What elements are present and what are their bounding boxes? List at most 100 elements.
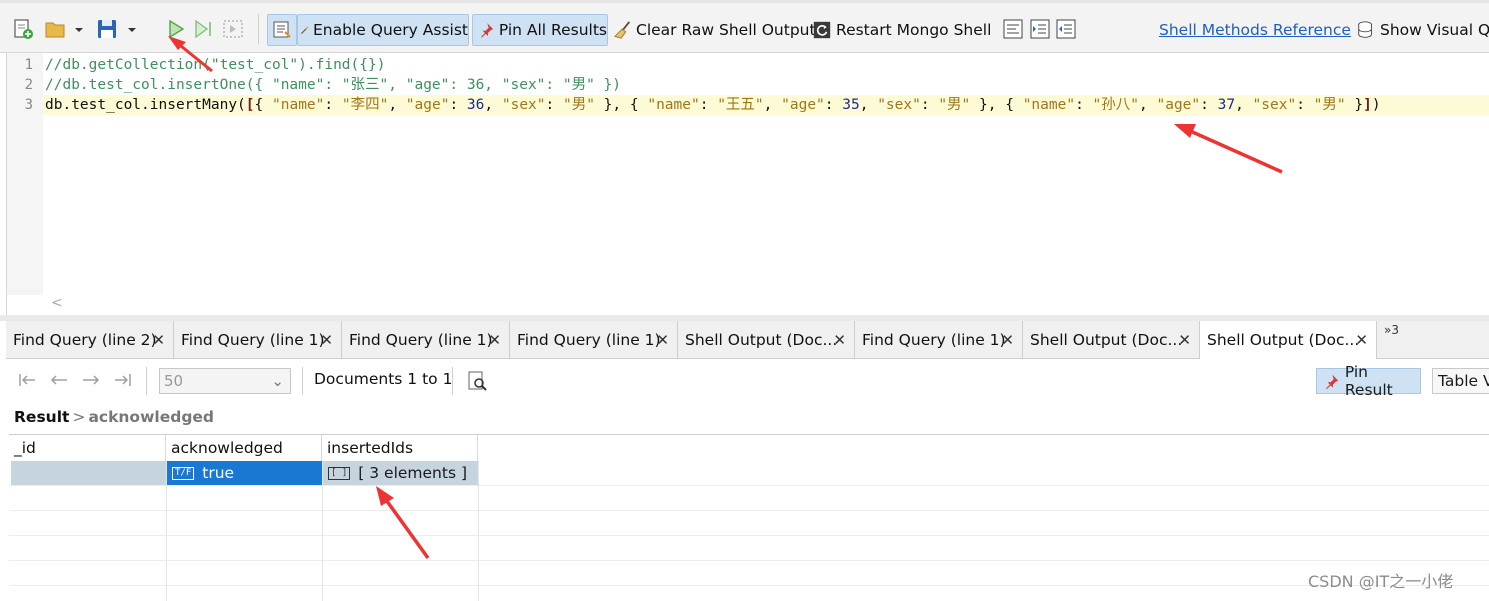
- tab-find-query-line-1[interactable]: Find Query (line 1) ✕: [342, 321, 510, 359]
- code-token-number: 36: [466, 97, 485, 113]
- column-divider: [166, 461, 167, 601]
- code-token-string: "name": [647, 97, 700, 113]
- new-script-icon[interactable]: [12, 18, 34, 40]
- tab-close-icon[interactable]: ✕: [320, 331, 333, 349]
- nav-separator: [452, 367, 453, 395]
- code-area[interactable]: //db.getCollection("test_col").find({}) …: [43, 53, 1489, 295]
- cell-insertedids-value: [ 3 elements ]: [358, 464, 467, 482]
- code-token: :: [449, 97, 467, 113]
- shell-editor[interactable]: 1 2 3 //db.getCollection("test_col").fin…: [6, 53, 1489, 315]
- indent-icon[interactable]: [1029, 18, 1051, 40]
- clear-raw-shell-output-button[interactable]: Clear Raw Shell Output: [613, 14, 816, 46]
- table-row-empty: [9, 561, 1489, 586]
- enable-query-assist-button[interactable]: Enable Query Assist: [297, 14, 469, 46]
- code-token: db.test_col.insertMany(: [45, 97, 246, 113]
- tab-find-query-line-1[interactable]: Find Query (line 1) ✕: [510, 321, 678, 359]
- save-dropdown-chevron-icon[interactable]: [125, 18, 139, 40]
- cell-acknowledged[interactable]: T/F true: [166, 461, 322, 485]
- tab-find-query-line-2[interactable]: Find Query (line 2) ✕: [6, 321, 174, 359]
- code-line-1[interactable]: //db.getCollection("test_col").find({}): [43, 55, 1489, 75]
- nav-separator: [146, 367, 147, 395]
- previous-page-icon[interactable]: [48, 369, 70, 391]
- step-icon[interactable]: [222, 18, 244, 40]
- tab-shell-output[interactable]: Shell Output (Doc... ✕: [1023, 321, 1200, 359]
- pin-all-results-button[interactable]: Pin All Results: [472, 14, 608, 46]
- column-header-acknowledged[interactable]: acknowledged: [166, 435, 322, 461]
- pin-result-label: Pin Result: [1344, 363, 1393, 399]
- code-line-3[interactable]: db.test_col.insertMany([{ "name": "李四", …: [43, 95, 1489, 115]
- query-assist-toggle[interactable]: [267, 14, 297, 46]
- table-row-empty: [9, 511, 1489, 536]
- watermark: CSDN @IT之一小佬: [1308, 572, 1454, 591]
- main-toolbar: Enable Query Assist Pin All Results Clea…: [0, 0, 1489, 53]
- restart-mongo-shell-button[interactable]: Restart Mongo Shell: [812, 14, 991, 46]
- shell-methods-reference-label: Shell Methods Reference: [1159, 21, 1351, 39]
- view-mode-select[interactable]: Table V: [1432, 368, 1489, 394]
- editor-horizontal-scrollbar[interactable]: <: [43, 295, 1489, 315]
- tab-label: Find Query (line 1): [517, 331, 661, 349]
- code-token-number: 37: [1217, 97, 1236, 113]
- code-token-bracket: [: [245, 97, 255, 113]
- code-token: :: [545, 97, 563, 113]
- show-visual-query-button[interactable]: Show Visual Qu: [1356, 14, 1489, 46]
- breadcrumb-separator: >: [72, 408, 86, 426]
- code-token: }: [1345, 97, 1364, 113]
- outdent-icon[interactable]: [1055, 18, 1077, 40]
- broom-icon: [613, 21, 631, 39]
- code-token: }, {: [594, 97, 648, 113]
- query-assist-icon: [273, 21, 291, 38]
- code-token: ,: [388, 97, 406, 113]
- first-page-icon[interactable]: [16, 369, 38, 391]
- cell-id[interactable]: [11, 461, 166, 485]
- last-page-icon[interactable]: [112, 369, 134, 391]
- tab-close-icon[interactable]: ✕: [833, 331, 846, 349]
- line-number: 1: [24, 57, 33, 73]
- result-breadcrumb: Result > acknowledged: [14, 408, 214, 426]
- pin-result-button[interactable]: Pin Result: [1316, 363, 1421, 399]
- save-icon[interactable]: [96, 18, 118, 40]
- table-row-empty: [9, 486, 1489, 511]
- tab-close-icon[interactable]: ✕: [488, 331, 501, 349]
- tab-close-icon[interactable]: ✕: [1001, 331, 1014, 349]
- run-statement-icon[interactable]: [192, 18, 214, 40]
- tab-close-icon[interactable]: ✕: [1355, 331, 1368, 349]
- code-token-string: "sex": [877, 97, 921, 113]
- column-divider: [322, 461, 323, 601]
- next-page-icon[interactable]: [80, 369, 102, 391]
- code-token: ,: [1235, 97, 1253, 113]
- cell-insertedids[interactable]: [ ] [ 3 elements ]: [322, 461, 478, 485]
- tab-close-icon[interactable]: ✕: [152, 331, 165, 349]
- tab-close-icon[interactable]: ✕: [656, 331, 669, 349]
- view-mode-label: Table V: [1438, 372, 1489, 390]
- breadcrumb-root[interactable]: Result: [14, 408, 69, 426]
- result-tabs: Find Query (line 2) ✕ Find Query (line 1…: [6, 321, 1489, 360]
- query-code-icon[interactable]: [466, 370, 488, 392]
- tab-shell-output[interactable]: Shell Output (Doc... ✕: [678, 321, 855, 359]
- column-header-id[interactable]: _id: [9, 435, 166, 461]
- tab-find-query-line-1[interactable]: Find Query (line 1) ✕: [855, 321, 1023, 359]
- column-header-insertedids[interactable]: insertedIds: [322, 435, 478, 461]
- tab-find-query-line-1[interactable]: Find Query (line 1) ✕: [174, 321, 342, 359]
- toolbar-separator: [258, 14, 259, 44]
- results-navigation-bar: 50 ⌄ Documents 1 to 1 Pin Result Table V: [6, 359, 1489, 403]
- enable-query-assist-label: Enable Query Assist: [313, 21, 468, 39]
- open-folder-icon[interactable]: [44, 18, 66, 40]
- line-number: 3: [24, 97, 33, 113]
- code-token-string: "男": [562, 97, 595, 113]
- boolean-type-icon: T/F: [172, 467, 195, 480]
- format-align-icon[interactable]: [1002, 18, 1024, 40]
- tab-close-icon[interactable]: ✕: [1178, 331, 1191, 349]
- shell-methods-reference-link[interactable]: Shell Methods Reference: [1159, 14, 1351, 46]
- code-token: ,: [859, 97, 878, 113]
- tab-overflow-button[interactable]: »3: [1384, 323, 1399, 337]
- code-line-2[interactable]: //db.test_col.insertOne({ "name": "张三", …: [43, 75, 1489, 95]
- pin-icon: [481, 23, 494, 38]
- window-top-strip: [0, 0, 1489, 3]
- tab-shell-output-active[interactable]: Shell Output (Doc... ✕: [1200, 321, 1377, 360]
- run-icon[interactable]: [165, 18, 187, 40]
- code-token: ,: [763, 97, 782, 113]
- table-row[interactable]: T/F true [ ] [ 3 elements ]: [9, 461, 1489, 486]
- scroll-left-arrow[interactable]: <: [51, 295, 63, 311]
- open-dropdown-chevron-icon[interactable]: [72, 18, 86, 40]
- page-size-select[interactable]: 50 ⌄: [159, 368, 291, 394]
